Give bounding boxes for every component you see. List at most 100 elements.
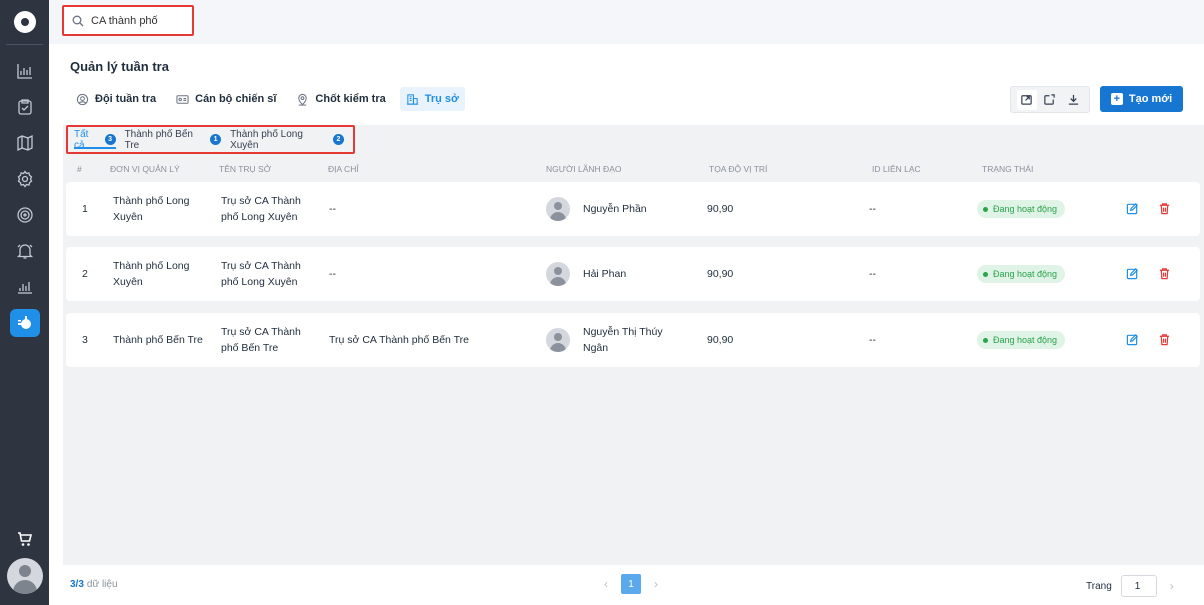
goto-next-button[interactable]: › xyxy=(1163,576,1181,596)
row-office: Trụ sở CA Thành phố Bến Tre xyxy=(221,326,301,354)
toolbar-group xyxy=(1010,86,1090,113)
status-badge: Đang hoạt động xyxy=(977,200,1066,218)
column-header-address: ĐỊA CHỈ xyxy=(328,164,359,174)
next-page-button[interactable]: › xyxy=(647,574,665,594)
edit-button[interactable] xyxy=(1125,266,1139,280)
delete-button[interactable] xyxy=(1157,266,1171,280)
status-badge: Đang hoạt động xyxy=(977,331,1066,349)
sidebar-item-settings[interactable] xyxy=(0,161,49,197)
filter-label: Thành phố Long Xuyên xyxy=(230,128,303,151)
row-contact: -- xyxy=(869,268,876,280)
sidebar-item-target[interactable] xyxy=(0,197,49,233)
prev-page-button[interactable]: ‹ xyxy=(597,574,615,594)
tab-bar: Đội tuần tra Cán bộ chiến sĩ Chốt kiểm t… xyxy=(70,87,473,111)
column-header-leader: NGƯỜI LÃNH ĐẠO xyxy=(546,164,622,174)
plus-icon: + xyxy=(1110,93,1123,105)
patrol-icon xyxy=(17,316,31,329)
chevron-right-icon: › xyxy=(654,577,658,591)
search-icon xyxy=(72,15,84,26)
tab-officers[interactable]: Cán bộ chiến sĩ xyxy=(170,87,282,111)
id-card-icon xyxy=(176,94,189,104)
avatar xyxy=(546,197,570,221)
create-button-label: Tạo mới xyxy=(1128,93,1173,105)
location-pin-icon xyxy=(298,93,308,106)
record-count-unit: dữ liệu xyxy=(86,579,118,590)
sidebar-item-alerts[interactable] xyxy=(0,233,49,269)
edit-icon xyxy=(1126,202,1138,214)
search-input[interactable] xyxy=(91,14,181,27)
filter-label: Thành phố Bến Tre xyxy=(124,128,193,151)
filter-ben-tre[interactable]: Thành phố Bến Tre 1 xyxy=(124,127,222,152)
user-avatar[interactable] xyxy=(6,558,43,594)
export-button[interactable] xyxy=(1016,89,1037,110)
bell-icon xyxy=(16,244,33,259)
tab-checkpoints[interactable]: Chốt kiểm tra xyxy=(290,87,391,111)
delete-button[interactable] xyxy=(1157,201,1171,215)
column-header-unit: ĐƠN VỊ QUẢN LÝ xyxy=(110,164,180,174)
avatar xyxy=(546,328,570,352)
bar-chart-icon xyxy=(16,64,32,79)
stats-icon xyxy=(17,282,32,294)
row-index: 3 xyxy=(82,334,88,346)
goto-page-input[interactable] xyxy=(1120,575,1157,597)
table-row[interactable]: 3 Thành phố Bến Tre Trụ sở CA Thành phố … xyxy=(66,313,1200,367)
status-label: Đang hoạt động xyxy=(993,335,1058,345)
row-unit: Thành phố Long Xuyên xyxy=(113,195,190,223)
status-badge: Đang hoạt động xyxy=(977,265,1066,283)
row-leader: Nguyễn Phần xyxy=(583,203,647,215)
export-icon xyxy=(1021,95,1032,105)
app-logo[interactable] xyxy=(0,0,49,44)
tab-headquarters[interactable]: Trụ sở xyxy=(399,87,465,111)
row-office: Trụ sở CA Thành phố Long Xuyên xyxy=(221,260,301,288)
filter-label: Tất cả xyxy=(74,128,89,151)
row-contact: -- xyxy=(869,334,876,346)
edit-button[interactable] xyxy=(1125,332,1139,346)
tab-label: Cán bộ chiến sĩ xyxy=(195,93,277,105)
tab-label: Đội tuần tra xyxy=(95,93,157,105)
filter-all[interactable]: Tất cả 3 xyxy=(74,127,116,152)
goto-label: Trang xyxy=(1086,580,1112,592)
edit-button[interactable] xyxy=(1125,201,1139,215)
column-header-contact: ID LIÊN LẠC xyxy=(872,164,921,174)
chevron-left-icon: ‹ xyxy=(604,577,608,591)
table-footer: 3/3dữ liệu ‹ 1 › Trang › xyxy=(49,565,1204,605)
column-header-index: # xyxy=(77,164,82,174)
delete-button[interactable] xyxy=(1157,332,1171,346)
row-address: -- xyxy=(329,268,336,280)
topbar xyxy=(49,0,1204,44)
sidebar-item-map[interactable] xyxy=(0,125,49,161)
trash-icon xyxy=(1159,267,1169,279)
row-unit: Thành phố Long Xuyên xyxy=(113,260,190,288)
sidebar-item-tasks[interactable] xyxy=(0,89,49,125)
clipboard-check-icon xyxy=(17,99,32,115)
table-row[interactable]: 2 Thành phố Long Xuyên Trụ sở CA Thành p… xyxy=(66,247,1200,301)
table-row[interactable]: 1 Thành phố Long Xuyên Trụ sở CA Thành p… xyxy=(66,182,1200,236)
sidebar-item-cart[interactable] xyxy=(0,522,49,556)
sidebar-divider xyxy=(6,44,43,45)
create-button[interactable]: + Tạo mới xyxy=(1100,86,1183,112)
tab-patrol-teams[interactable]: Đội tuần tra xyxy=(70,87,162,111)
page-title: Quản lý tuần tra xyxy=(70,59,169,74)
share-button[interactable] xyxy=(1040,90,1060,110)
share-icon xyxy=(1044,94,1056,105)
filter-long-xuyen[interactable]: Thành phố Long Xuyên 2 xyxy=(230,127,344,152)
trash-icon xyxy=(1159,202,1169,214)
page-number-current[interactable]: 1 xyxy=(621,574,641,594)
row-leader: Hải Phan xyxy=(583,268,627,280)
download-button[interactable] xyxy=(1063,90,1083,110)
row-coords: 90,90 xyxy=(707,268,734,280)
logo-icon xyxy=(13,11,36,33)
table-header: # ĐƠN VỊ QUẢN LÝ TÊN TRỤ SỞ ĐỊA CHỈ NGƯỜ… xyxy=(66,158,1200,180)
gear-icon xyxy=(17,170,32,188)
edit-icon xyxy=(1126,267,1138,279)
filter-count-badge: 1 xyxy=(210,134,222,145)
row-address: -- xyxy=(329,203,336,215)
download-icon xyxy=(1068,94,1078,105)
row-index: 2 xyxy=(82,268,88,280)
search-box[interactable] xyxy=(62,5,194,36)
column-header-office: TÊN TRỤ SỞ xyxy=(219,164,271,174)
sidebar-item-reports[interactable] xyxy=(0,269,49,305)
sidebar-item-dashboard[interactable] xyxy=(0,53,49,89)
avatar xyxy=(546,262,570,286)
sidebar-item-patrol[interactable] xyxy=(0,305,49,341)
